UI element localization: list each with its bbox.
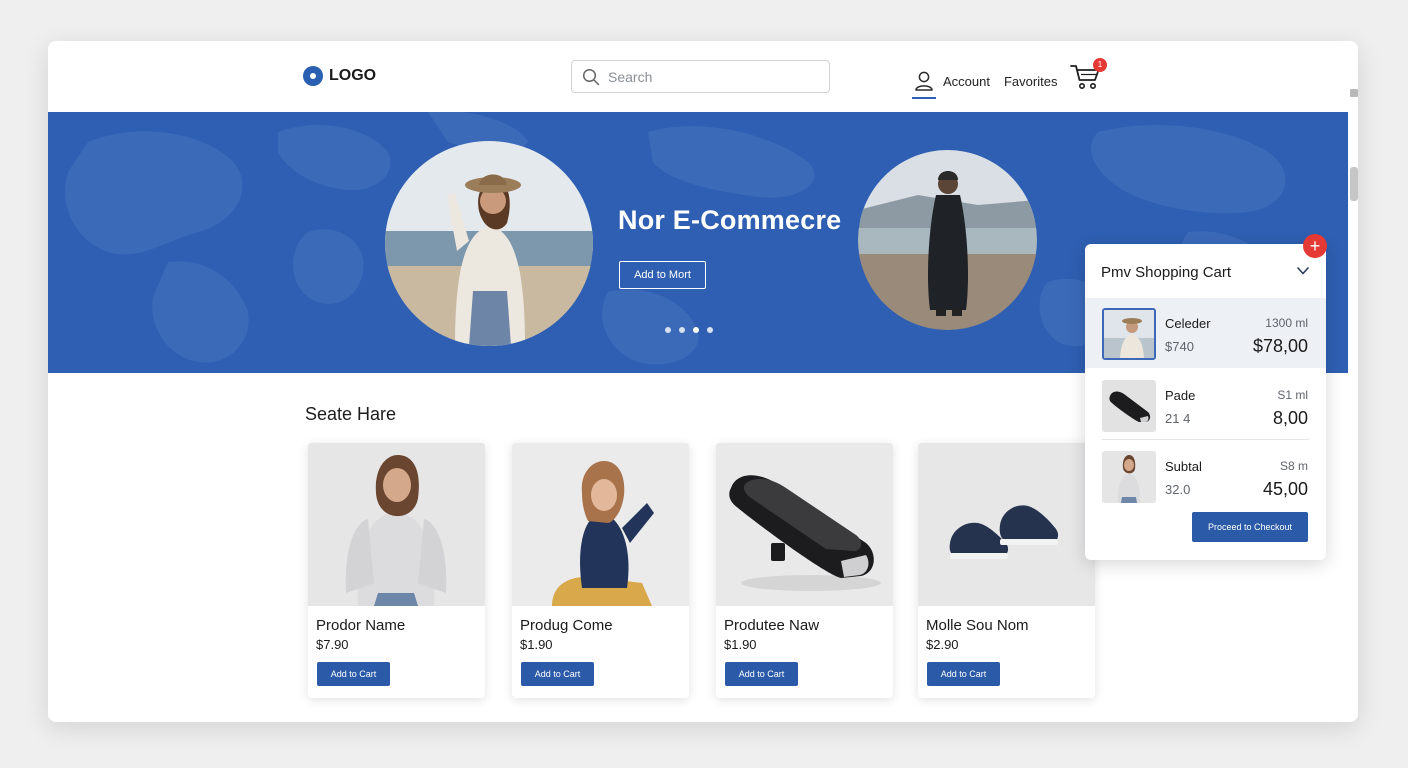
product-image [918,443,1095,606]
carousel-dot[interactable] [679,327,685,333]
cart-item[interactable]: Celeder $740 1300 ml $78,00 [1085,298,1326,368]
proceed-to-checkout-button[interactable]: Proceed to Checkout [1192,512,1308,542]
product-price: $7.90 [316,637,349,652]
add-to-cart-button[interactable]: Add to Cart [521,662,594,686]
hero-title: Nor E-Commecre [618,205,842,235]
cart-item-quantity: S1 ml [1277,388,1308,402]
site-header: LOGO Account Favorites [48,41,1348,112]
cart-item-thumbnail [1102,380,1156,432]
logo-icon [303,66,323,86]
product-name[interactable]: Produg Come [520,617,613,634]
header-nav: Account Favorites [912,65,1057,99]
product-price: $1.90 [520,637,553,652]
product-price: $2.90 [926,637,959,652]
add-to-cart-button[interactable]: Add to Cart [317,662,390,686]
logo[interactable]: LOGO [303,66,376,86]
cart-item-thumbnail [1102,308,1156,360]
product-card[interactable]: Molle Sou Nom $2.90 Add to Cart [918,443,1095,698]
product-name[interactable]: Prodor Name [316,617,405,634]
hero-image-man [858,150,1037,330]
favorites-link[interactable]: Favorites [1004,74,1057,89]
cart-item-name: Pade [1165,388,1196,403]
cart-item-unit-price: 32.0 [1165,482,1191,497]
carousel-dot-active[interactable] [693,327,699,333]
cart-subtotal-label: Subtal [1165,459,1202,474]
product-card[interactable]: Produtee Naw $1.90 Add to Cart [716,443,893,698]
cart-item-unit-price: $740 [1165,339,1194,354]
cart-divider [1102,439,1309,440]
search-input[interactable] [608,68,808,85]
scrollbar[interactable] [1348,63,1358,703]
cart-item-quantity: S8 m [1279,459,1308,473]
search-icon [582,68,600,85]
cart-button[interactable]: 1 [1070,58,1107,93]
scroll-up-arrow[interactable] [1350,89,1358,97]
search-box[interactable] [571,60,830,93]
cart-subtotal-value: 45,00 [1262,479,1308,499]
account-label: Account [943,73,990,89]
account-link[interactable]: Account [912,65,990,99]
carousel-dots [665,327,713,333]
hero-cta-button[interactable]: Add to Mort [619,261,706,289]
cart-item-unit-price: 21 4 [1165,411,1191,426]
chevron-down-icon[interactable] [1296,264,1310,278]
user-icon [915,71,933,91]
product-image [716,443,893,606]
cart-item[interactable]: Subtal 32.0 S8 m 45,00 [1085,441,1326,511]
scrollbar-thumb[interactable] [1350,167,1358,201]
add-to-cart-button[interactable]: Add to Cart [725,662,798,686]
section-title: Seate Hare [305,404,397,424]
hero-image-woman [385,141,593,346]
product-card[interactable]: Prodor Name $7.90 Add to Cart [308,443,485,698]
add-to-cart-button[interactable]: Add to Cart [927,662,1000,686]
shopping-cart-panel: Pmv Shopping Cart Celeder $740 1300 ml $… [1085,244,1326,560]
active-nav-indicator [912,97,936,99]
carousel-dot[interactable] [665,327,671,333]
carousel-dot[interactable] [707,327,713,333]
cart-item-thumbnail [1102,451,1156,503]
cart-item-quantity: 1300 ml [1265,316,1308,330]
cart-item-total: $78,00 [1252,336,1308,356]
product-name[interactable]: Molle Sou Nom [926,617,1029,634]
product-card[interactable]: Produg Come $1.90 Add to Cart [512,443,689,698]
cart-item-total: 8,00 [1272,408,1308,428]
cart-item-name: Celeder [1165,316,1211,331]
product-image [308,443,485,606]
product-image [512,443,689,606]
product-price: $1.90 [724,637,757,652]
cart-item[interactable]: Pade 21 4 S1 ml 8,00 [1085,370,1326,440]
product-name[interactable]: Produtee Naw [724,617,819,634]
cart-count-badge: 1 [1093,58,1107,72]
cart-panel-title: Pmv Shopping Cart [1101,264,1232,281]
plus-icon[interactable]: + [1303,234,1327,258]
logo-text: LOGO [329,67,377,84]
